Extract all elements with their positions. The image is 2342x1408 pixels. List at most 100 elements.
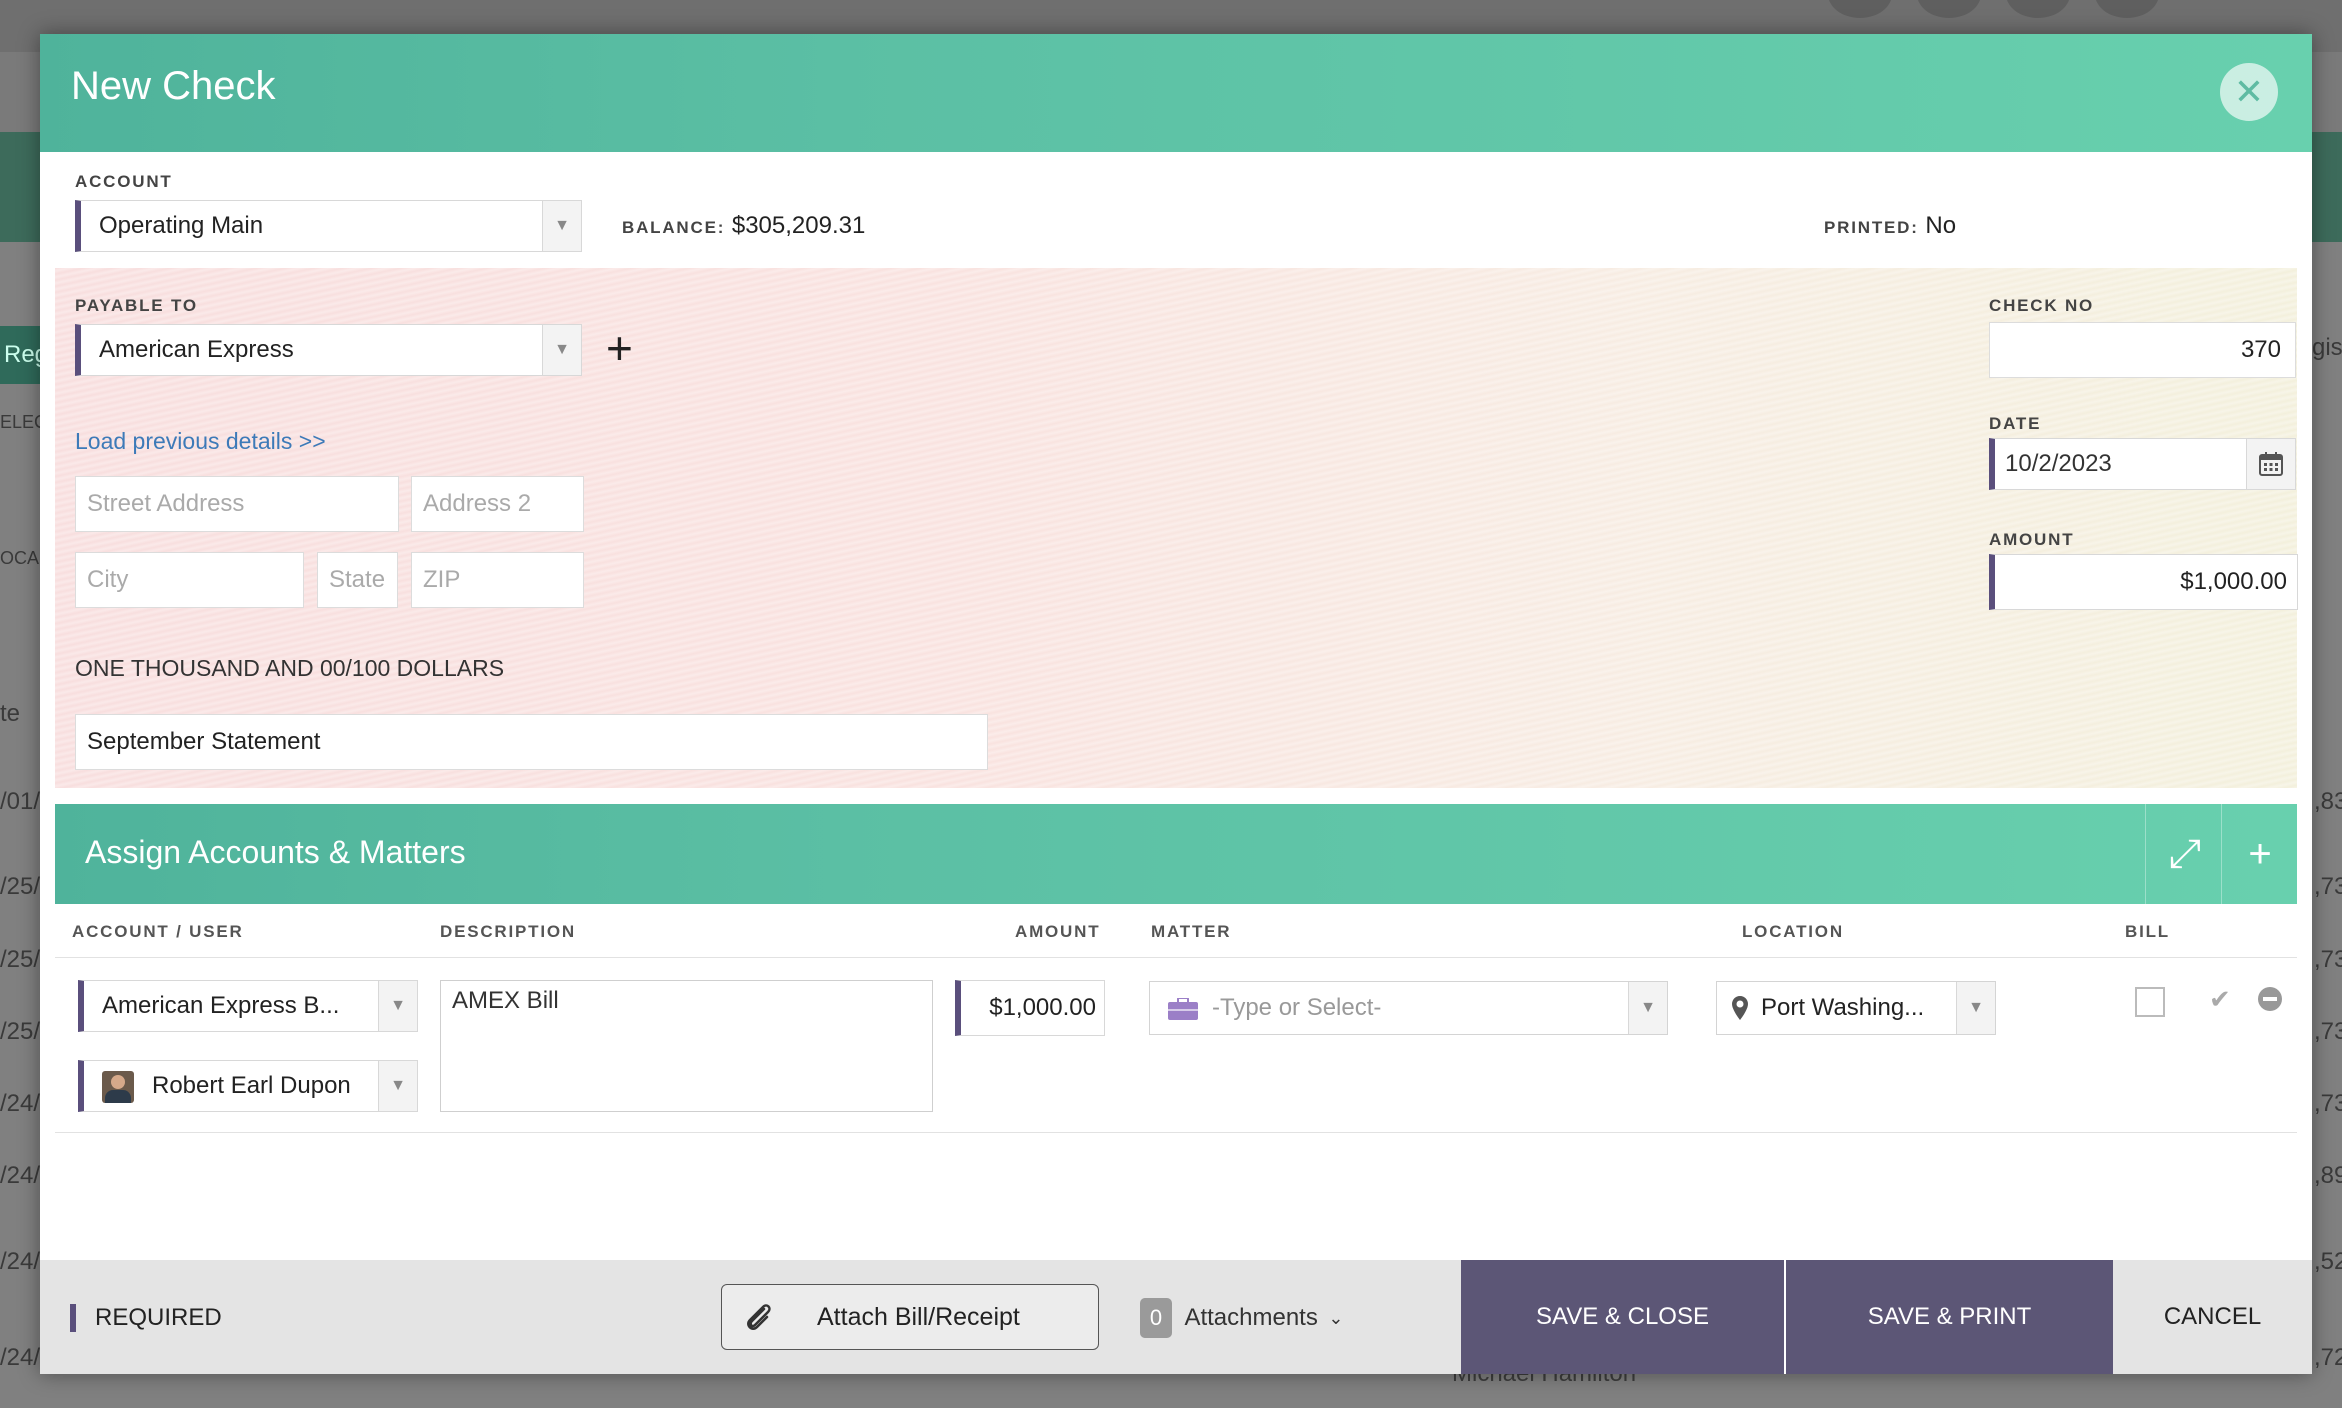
check-no-input[interactable]: 370 <box>1989 322 2296 378</box>
state-input[interactable]: State <box>317 552 398 608</box>
bill-checkbox[interactable] <box>2135 987 2165 1017</box>
line-amount-input[interactable]: $1,000.00 <box>955 980 1105 1036</box>
background-cell: /25/ <box>0 1018 41 1045</box>
background-cell: ,73 <box>2314 946 2342 973</box>
memo-input[interactable]: September Statement <box>75 714 988 770</box>
modal-header: New Check ✕ <box>40 34 2312 152</box>
close-button[interactable]: ✕ <box>2220 63 2278 121</box>
background-cell: ,72 <box>2314 1344 2342 1371</box>
paperclip-icon <box>742 1301 776 1340</box>
location-select[interactable]: Port Washing... ▼ <box>1716 981 1996 1035</box>
required-label: REQUIRED <box>95 1304 222 1331</box>
expand-button[interactable]: ⤢ <box>2145 804 2224 904</box>
date-label: DATE <box>1989 414 2042 433</box>
printed-display: PRINTED: No <box>1824 212 1956 240</box>
assign-accounts-bar: Assign Accounts & Matters ⤢ + <box>55 804 2297 904</box>
add-line-button[interactable]: + <box>2221 804 2298 904</box>
account-label: ACCOUNT <box>75 172 173 191</box>
printed-value: No <box>1925 212 1957 239</box>
background-cell: /25/ <box>0 873 41 900</box>
background-cell: ,73 <box>2314 1018 2342 1045</box>
background-cell: ,73 <box>2314 1090 2342 1117</box>
chevron-down-icon: ▼ <box>378 1061 417 1111</box>
column-header-amount: AMOUNT <box>1015 922 1101 941</box>
amount-label: AMOUNT <box>1989 530 2075 549</box>
line-user-select[interactable]: Robert Earl Dupon ▼ <box>78 1060 418 1112</box>
payable-to-label: PAYABLE TO <box>75 296 198 315</box>
attachments-label: Attachments <box>1184 1304 1318 1331</box>
row-divider <box>55 1132 2297 1133</box>
line-user-value: Robert Earl Dupon <box>152 1072 351 1099</box>
address2-input[interactable]: Address 2 <box>411 476 584 532</box>
new-check-modal: New Check ✕ ACCOUNT Operating Main ▼ BAL… <box>40 34 2312 1374</box>
date-input[interactable]: 10/2/2023 <box>1989 438 2296 490</box>
map-pin-icon <box>1731 995 1749 1026</box>
background-label: OCA <box>0 548 40 568</box>
background-cell: /24/ <box>0 1344 41 1371</box>
plus-icon: + <box>606 322 633 374</box>
required-indicator <box>70 1304 76 1332</box>
amount-input[interactable]: $1,000.00 <box>1989 554 2298 610</box>
background-cell: /24/ <box>0 1162 41 1189</box>
line-description-input[interactable]: AMEX Bill <box>440 980 933 1112</box>
background-cell: te <box>0 700 21 727</box>
plus-icon: + <box>2248 832 2272 876</box>
attachments-dropdown[interactable]: 0 Attachments ⌄ <box>1140 1298 1343 1338</box>
confirm-check-icon[interactable]: ✔ <box>2209 984 2231 1015</box>
calendar-icon[interactable] <box>2246 439 2295 489</box>
background-cell: /24/ <box>0 1248 41 1275</box>
matter-select[interactable]: -Type or Select- ▼ <box>1149 981 1668 1035</box>
save-print-button[interactable]: SAVE & PRINT <box>1786 1260 2113 1374</box>
background-cell: /01/ <box>0 788 41 815</box>
attach-bill-label: Attach Bill/Receipt <box>817 1303 1020 1331</box>
background-cell: ,52 <box>2314 1248 2342 1275</box>
column-header-location: LOCATION <box>1742 922 1844 941</box>
zip-input[interactable]: ZIP <box>411 552 584 608</box>
chevron-down-icon: ▼ <box>542 201 581 251</box>
close-icon: ✕ <box>2233 71 2265 112</box>
background-cell: /24/ <box>0 1090 41 1117</box>
line-account-select[interactable]: American Express B... ▼ <box>78 980 418 1032</box>
attach-bill-button[interactable]: Attach Bill/Receipt <box>721 1284 1099 1350</box>
cancel-button[interactable]: CANCEL <box>2113 1260 2312 1374</box>
check-area: PAYABLE TO American Express ▼ + Load pre… <box>55 268 2298 788</box>
background-cell: ,89 <box>2314 1162 2342 1189</box>
save-close-button[interactable]: SAVE & CLOSE <box>1461 1260 1784 1374</box>
payee-select[interactable]: American Express ▼ <box>75 324 582 376</box>
background-label: gis <box>2312 334 2342 361</box>
modal-footer: REQUIRED Attach Bill/Receipt 0 Attachmen… <box>40 1260 2312 1374</box>
account-select[interactable]: Operating Main ▼ <box>75 200 582 252</box>
amount-in-words: ONE THOUSAND AND 00/100 DOLLARS <box>75 655 505 681</box>
balance-value: $305,209.31 <box>731 212 866 239</box>
chevron-down-icon: ▼ <box>1628 982 1667 1034</box>
column-header-description: DESCRIPTION <box>440 922 576 941</box>
modal-title: New Check <box>71 64 276 108</box>
printed-label: PRINTED: <box>1824 218 1919 237</box>
chevron-down-icon: ▼ <box>1956 982 1995 1034</box>
column-header-account-user: ACCOUNT / USER <box>72 922 244 941</box>
date-value: 10/2/2023 <box>2005 450 2112 477</box>
balance-label: BALANCE: <box>622 218 726 237</box>
account-value: Operating Main <box>99 212 264 239</box>
chevron-down-icon: ▼ <box>542 325 581 375</box>
remove-line-icon[interactable] <box>2258 987 2282 1011</box>
column-header-bill: BILL <box>2125 922 2170 941</box>
chevron-down-icon: ⌄ <box>1328 1307 1344 1328</box>
check-no-label: CHECK NO <box>1989 296 2095 315</box>
city-input[interactable]: City <box>75 552 304 608</box>
assign-title: Assign Accounts & Matters <box>85 834 466 870</box>
matter-placeholder: -Type or Select- <box>1212 994 1382 1021</box>
payee-value: American Express <box>99 336 294 363</box>
load-previous-details-link[interactable]: Load previous details >> <box>75 428 326 455</box>
street-address-input[interactable]: Street Address <box>75 476 399 532</box>
briefcase-icon <box>1168 997 1198 1020</box>
attachments-count-badge: 0 <box>1140 1298 1172 1338</box>
expand-icon: ⤢ <box>2169 832 2201 876</box>
add-payee-button[interactable]: + <box>606 318 633 378</box>
avatar <box>102 1071 134 1103</box>
balance-display: BALANCE: $305,209.31 <box>622 212 865 240</box>
location-value: Port Washing... <box>1761 994 1925 1021</box>
background-cell: ,83 <box>2314 788 2342 815</box>
line-account-value: American Express B... <box>102 992 340 1019</box>
header-divider <box>55 957 2297 958</box>
